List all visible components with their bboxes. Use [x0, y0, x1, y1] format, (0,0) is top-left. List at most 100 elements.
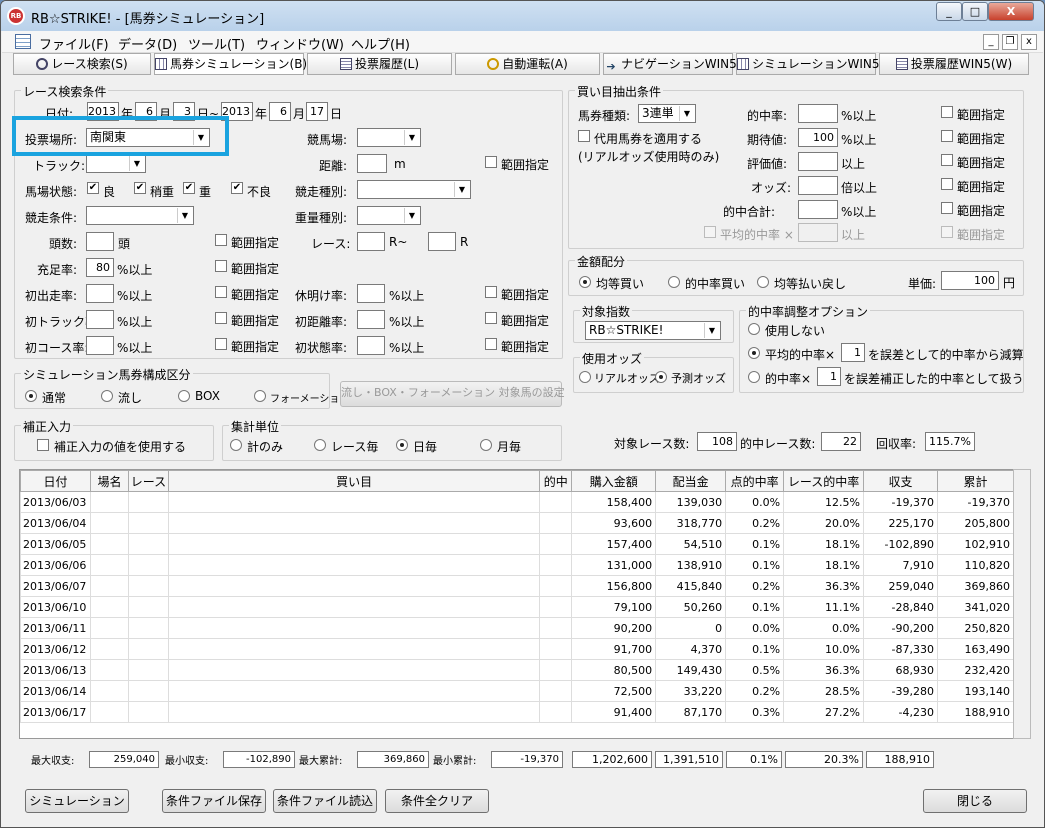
tab-simulation-win5[interactable]: シミュレーションWIN5(I)	[736, 53, 892, 75]
menu-window[interactable]: ウィンドウ(W)	[256, 34, 344, 53]
adjust-subtract-field[interactable]: 1	[841, 343, 865, 362]
column-header[interactable]: レース的中率	[783, 470, 864, 492]
mode-nagashi-radio[interactable]	[101, 390, 113, 402]
agg-race-radio[interactable]	[314, 439, 326, 451]
surface-select[interactable]: ▼	[86, 154, 146, 173]
end-month-field[interactable]: 6	[269, 102, 291, 121]
column-header[interactable]: 日付	[20, 470, 91, 492]
document-icon[interactable]	[15, 34, 31, 49]
ground-good-checkbox[interactable]: ✔	[87, 182, 99, 194]
table-row[interactable]: 2013/06/10 79,100 50,260 0.1% 11.1% -28,840 34…	[20, 596, 1015, 618]
agg-total-radio[interactable]	[230, 439, 242, 451]
equal-buy-radio[interactable]	[579, 276, 591, 288]
ground-heavy-checkbox[interactable]: ✔	[183, 182, 195, 194]
menu-data[interactable]: データ(D)	[118, 34, 177, 53]
adjust-correct-radio[interactable]	[748, 371, 760, 383]
hit-rate-buy-radio[interactable]	[668, 276, 680, 288]
column-header[interactable]: 買い目	[167, 470, 541, 492]
save-conditions-button[interactable]: 条件ファイル保存	[162, 789, 266, 813]
table-row[interactable]: 2013/06/12 91,700 4,370 0.1% 10.0% -87,330 163…	[20, 638, 1015, 660]
table-row[interactable]: 2013/06/07 156,800 415,840 0.2% 36.3% 259,040…	[20, 575, 1015, 597]
maximize-button[interactable]: □	[962, 2, 988, 21]
first-track-range-checkbox[interactable]	[215, 312, 227, 324]
weight-type-select[interactable]: ▼	[357, 206, 421, 225]
clear-conditions-button[interactable]: 条件全クリア	[385, 789, 489, 813]
track-select[interactable]: ▼	[357, 128, 421, 147]
first-course-field[interactable]	[86, 336, 114, 355]
table-row[interactable]: 2013/06/13 80,500 149,430 0.5% 36.3% 68,930 23…	[20, 659, 1015, 681]
close-window-button[interactable]: X	[988, 2, 1034, 21]
equal-payout-radio[interactable]	[757, 276, 769, 288]
menu-tools[interactable]: ツール(T)	[188, 34, 245, 53]
table-row[interactable]: 2013/06/17 91,400 87,170 0.3% 27.2% -4,230 188…	[20, 701, 1015, 723]
avg-hit-checkbox[interactable]	[704, 226, 716, 238]
race-to-field[interactable]	[428, 232, 456, 251]
first-run-field[interactable]	[86, 284, 114, 303]
mdi-minimize-button[interactable]: _	[983, 34, 999, 50]
race-type-select[interactable]: ▼	[357, 180, 471, 199]
fill-range-checkbox[interactable]	[215, 260, 227, 272]
unit-price-field[interactable]: 100	[941, 271, 999, 290]
eval-range-checkbox[interactable]	[941, 154, 953, 166]
table-row[interactable]: 2013/06/04 93,600 318,770 0.2% 20.0% 225,170 2…	[20, 512, 1015, 534]
hit-rate-field[interactable]	[798, 104, 838, 123]
agg-month-radio[interactable]	[480, 439, 492, 451]
first-condition-range-checkbox[interactable]	[485, 338, 497, 350]
table-row[interactable]: 2013/06/11 90,200 0 0.0% 0.0% -90,200 250,820	[20, 617, 1015, 639]
distance-range-checkbox[interactable]	[485, 156, 497, 168]
ground-slightly-heavy-checkbox[interactable]: ✔	[134, 182, 146, 194]
table-row[interactable]: 2013/06/06 131,000 138,910 0.1% 18.1% 7,910 11…	[20, 554, 1015, 576]
end-day-field[interactable]: 17	[306, 102, 328, 121]
mode-normal-radio[interactable]	[25, 390, 37, 402]
column-header[interactable]: 配当金	[655, 470, 727, 492]
mdi-restore-button[interactable]: ❐	[1002, 34, 1018, 50]
target-index-select[interactable]: RB☆STRIKE! ▼	[585, 321, 721, 340]
first-course-range-checkbox[interactable]	[215, 338, 227, 350]
minimize-button[interactable]: _	[936, 2, 962, 21]
grid-scrollbar[interactable]	[1013, 469, 1031, 739]
column-header[interactable]: 場名	[89, 470, 129, 492]
column-header[interactable]: 的中	[539, 470, 573, 492]
first-distance-field[interactable]	[357, 310, 385, 329]
adjust-none-radio[interactable]	[748, 323, 760, 335]
odds-range-checkbox[interactable]	[941, 178, 953, 190]
first-run-range-checkbox[interactable]	[215, 286, 227, 298]
tab-auto-run[interactable]: 自動運転(A)	[455, 53, 600, 75]
first-distance-range-checkbox[interactable]	[485, 312, 497, 324]
avg-hit-field[interactable]	[798, 223, 838, 242]
mode-box-radio[interactable]	[178, 390, 190, 402]
tab-vote-history-win5[interactable]: 投票履歴WIN5(W)	[879, 53, 1029, 75]
avg-hit-range-checkbox[interactable]	[941, 226, 953, 238]
close-button[interactable]: 閉じる	[923, 789, 1027, 813]
rest-return-field[interactable]	[357, 284, 385, 303]
adjust-correct-field[interactable]: 1	[817, 367, 841, 386]
race-condition-select[interactable]: ▼	[86, 206, 194, 225]
expected-range-checkbox[interactable]	[941, 130, 953, 142]
distance-field[interactable]	[357, 154, 387, 173]
load-conditions-button[interactable]: 条件ファイル読込	[273, 789, 377, 813]
heads-field[interactable]	[86, 232, 114, 251]
mode-formation-radio[interactable]	[254, 390, 266, 402]
mdi-close-button[interactable]: x	[1021, 34, 1037, 50]
rest-return-range-checkbox[interactable]	[485, 286, 497, 298]
proxy-bet-checkbox[interactable]	[578, 130, 590, 142]
agg-day-radio[interactable]	[396, 439, 408, 451]
table-row[interactable]: 2013/06/03 158,400 139,030 0.0% 12.5% -19,370…	[20, 491, 1015, 513]
menu-help[interactable]: ヘルプ(H)	[351, 34, 410, 53]
eval-field[interactable]	[798, 152, 838, 171]
target-horse-settings-button[interactable]: 流し・BOX・フォーメーション 対象馬の設定	[340, 381, 565, 407]
table-row[interactable]: 2013/06/14 72,500 33,220 0.2% 28.5% -39,280 19…	[20, 680, 1015, 702]
column-header[interactable]: 累計	[936, 470, 1015, 492]
first-track-field[interactable]	[86, 310, 114, 329]
run-simulation-button[interactable]: シミュレーション	[25, 789, 129, 813]
hit-rate-range-checkbox[interactable]	[941, 106, 953, 118]
fill-rate-field[interactable]: 80	[86, 258, 114, 277]
real-odds-radio[interactable]	[579, 371, 591, 383]
tab-vote-history[interactable]: 投票履歴(L)	[307, 53, 452, 75]
column-header[interactable]: 点的中率	[725, 470, 785, 492]
column-header[interactable]: レース	[127, 470, 169, 492]
tab-navigation-win5[interactable]: ➔ ナビゲーションWIN5(N)	[603, 53, 755, 75]
use-correction-checkbox[interactable]	[37, 439, 49, 451]
column-header[interactable]: 収支	[863, 470, 938, 492]
odds-field[interactable]	[798, 176, 838, 195]
